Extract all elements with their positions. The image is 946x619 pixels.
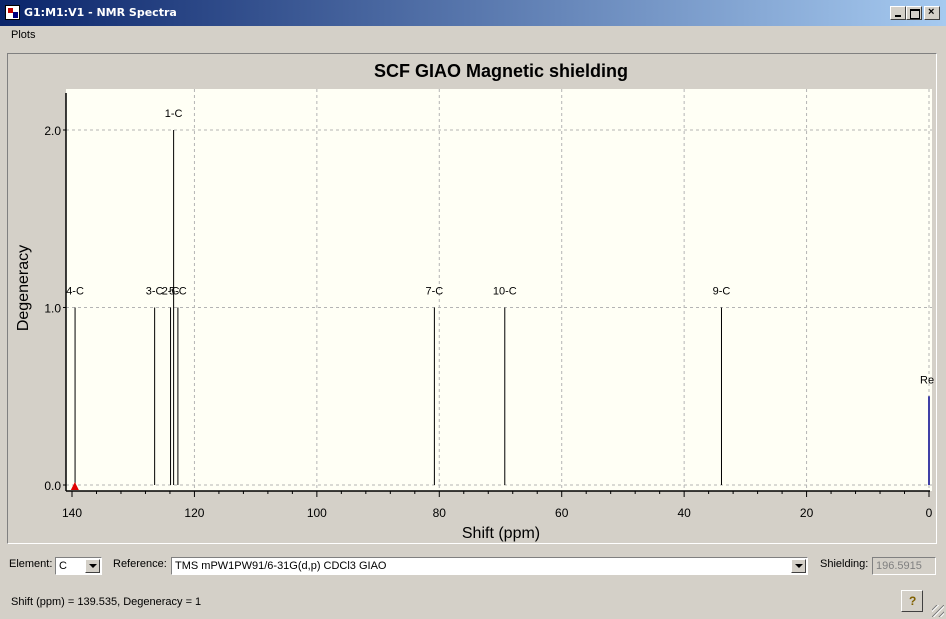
shielding-field: 196.5915	[872, 557, 936, 575]
x-tick-label: 0	[926, 506, 933, 520]
minimize-button[interactable]	[890, 6, 906, 20]
title-bar: G1:M1:V1 - NMR Spectra ×	[0, 0, 946, 26]
y-axis-label: Degeneracy	[15, 245, 32, 331]
reference-value: TMS mPW1PW91/6-31G(d,p) CDCl3 GIAO	[175, 560, 387, 572]
shielding-label: Shielding:	[820, 558, 869, 570]
x-tick-label: 80	[433, 506, 447, 520]
x-tick-label: 40	[677, 506, 691, 520]
reference-label: Reference:	[113, 558, 167, 570]
chart-panel: SCF GIAO Magnetic shielding 0.0 1.0 2.0 140 1…	[7, 53, 937, 544]
x-tick-label: 120	[184, 506, 204, 520]
x-tick-label: 60	[555, 506, 569, 520]
peak-label: 5-C	[169, 286, 187, 298]
status-text: Shift (ppm) = 139.535, Degeneracy = 1	[11, 596, 202, 608]
y-tick-label: 0.0	[44, 479, 61, 493]
chevron-down-icon[interactable]	[791, 559, 806, 573]
y-tick-label: 2.0	[44, 124, 61, 138]
app-icon[interactable]	[5, 5, 20, 20]
peak-label: 1-C	[165, 108, 183, 120]
x-tick-label: 140	[62, 506, 82, 520]
peak-label: 9-C	[713, 286, 731, 298]
help-icon: ?	[909, 594, 917, 608]
nmr-chart[interactable]: SCF GIAO Magnetic shielding 0.0 1.0 2.0 140 1…	[8, 54, 936, 543]
resize-grip[interactable]	[932, 605, 944, 617]
peak-label: 10-C	[493, 286, 517, 298]
shielding-value: 196.5915	[876, 560, 922, 572]
chevron-down-icon[interactable]	[85, 559, 100, 573]
reference-label: Re	[920, 374, 934, 386]
element-label: Element:	[9, 558, 53, 570]
y-tick-label: 1.0	[44, 302, 61, 316]
chart-title: SCF GIAO Magnetic shielding	[374, 61, 628, 81]
help-button[interactable]: ?	[901, 590, 923, 612]
element-select[interactable]: C	[55, 557, 102, 575]
window-title: G1:M1:V1 - NMR Spectra	[24, 6, 177, 19]
menu-plots[interactable]: Plots	[10, 28, 36, 42]
menu-bar: Plots	[0, 26, 946, 46]
x-axis-label: Shift (ppm)	[462, 525, 540, 542]
peak-label: 7-C	[426, 286, 444, 298]
x-tick-label: 20	[800, 506, 814, 520]
reference-select[interactable]: TMS mPW1PW91/6-31G(d,p) CDCl3 GIAO	[171, 557, 808, 575]
x-tick-label: 100	[307, 506, 327, 520]
peak-label: 4-C	[66, 286, 84, 298]
element-value: C	[59, 560, 67, 572]
maximize-button[interactable]	[906, 6, 922, 20]
close-button[interactable]: ×	[924, 6, 940, 20]
